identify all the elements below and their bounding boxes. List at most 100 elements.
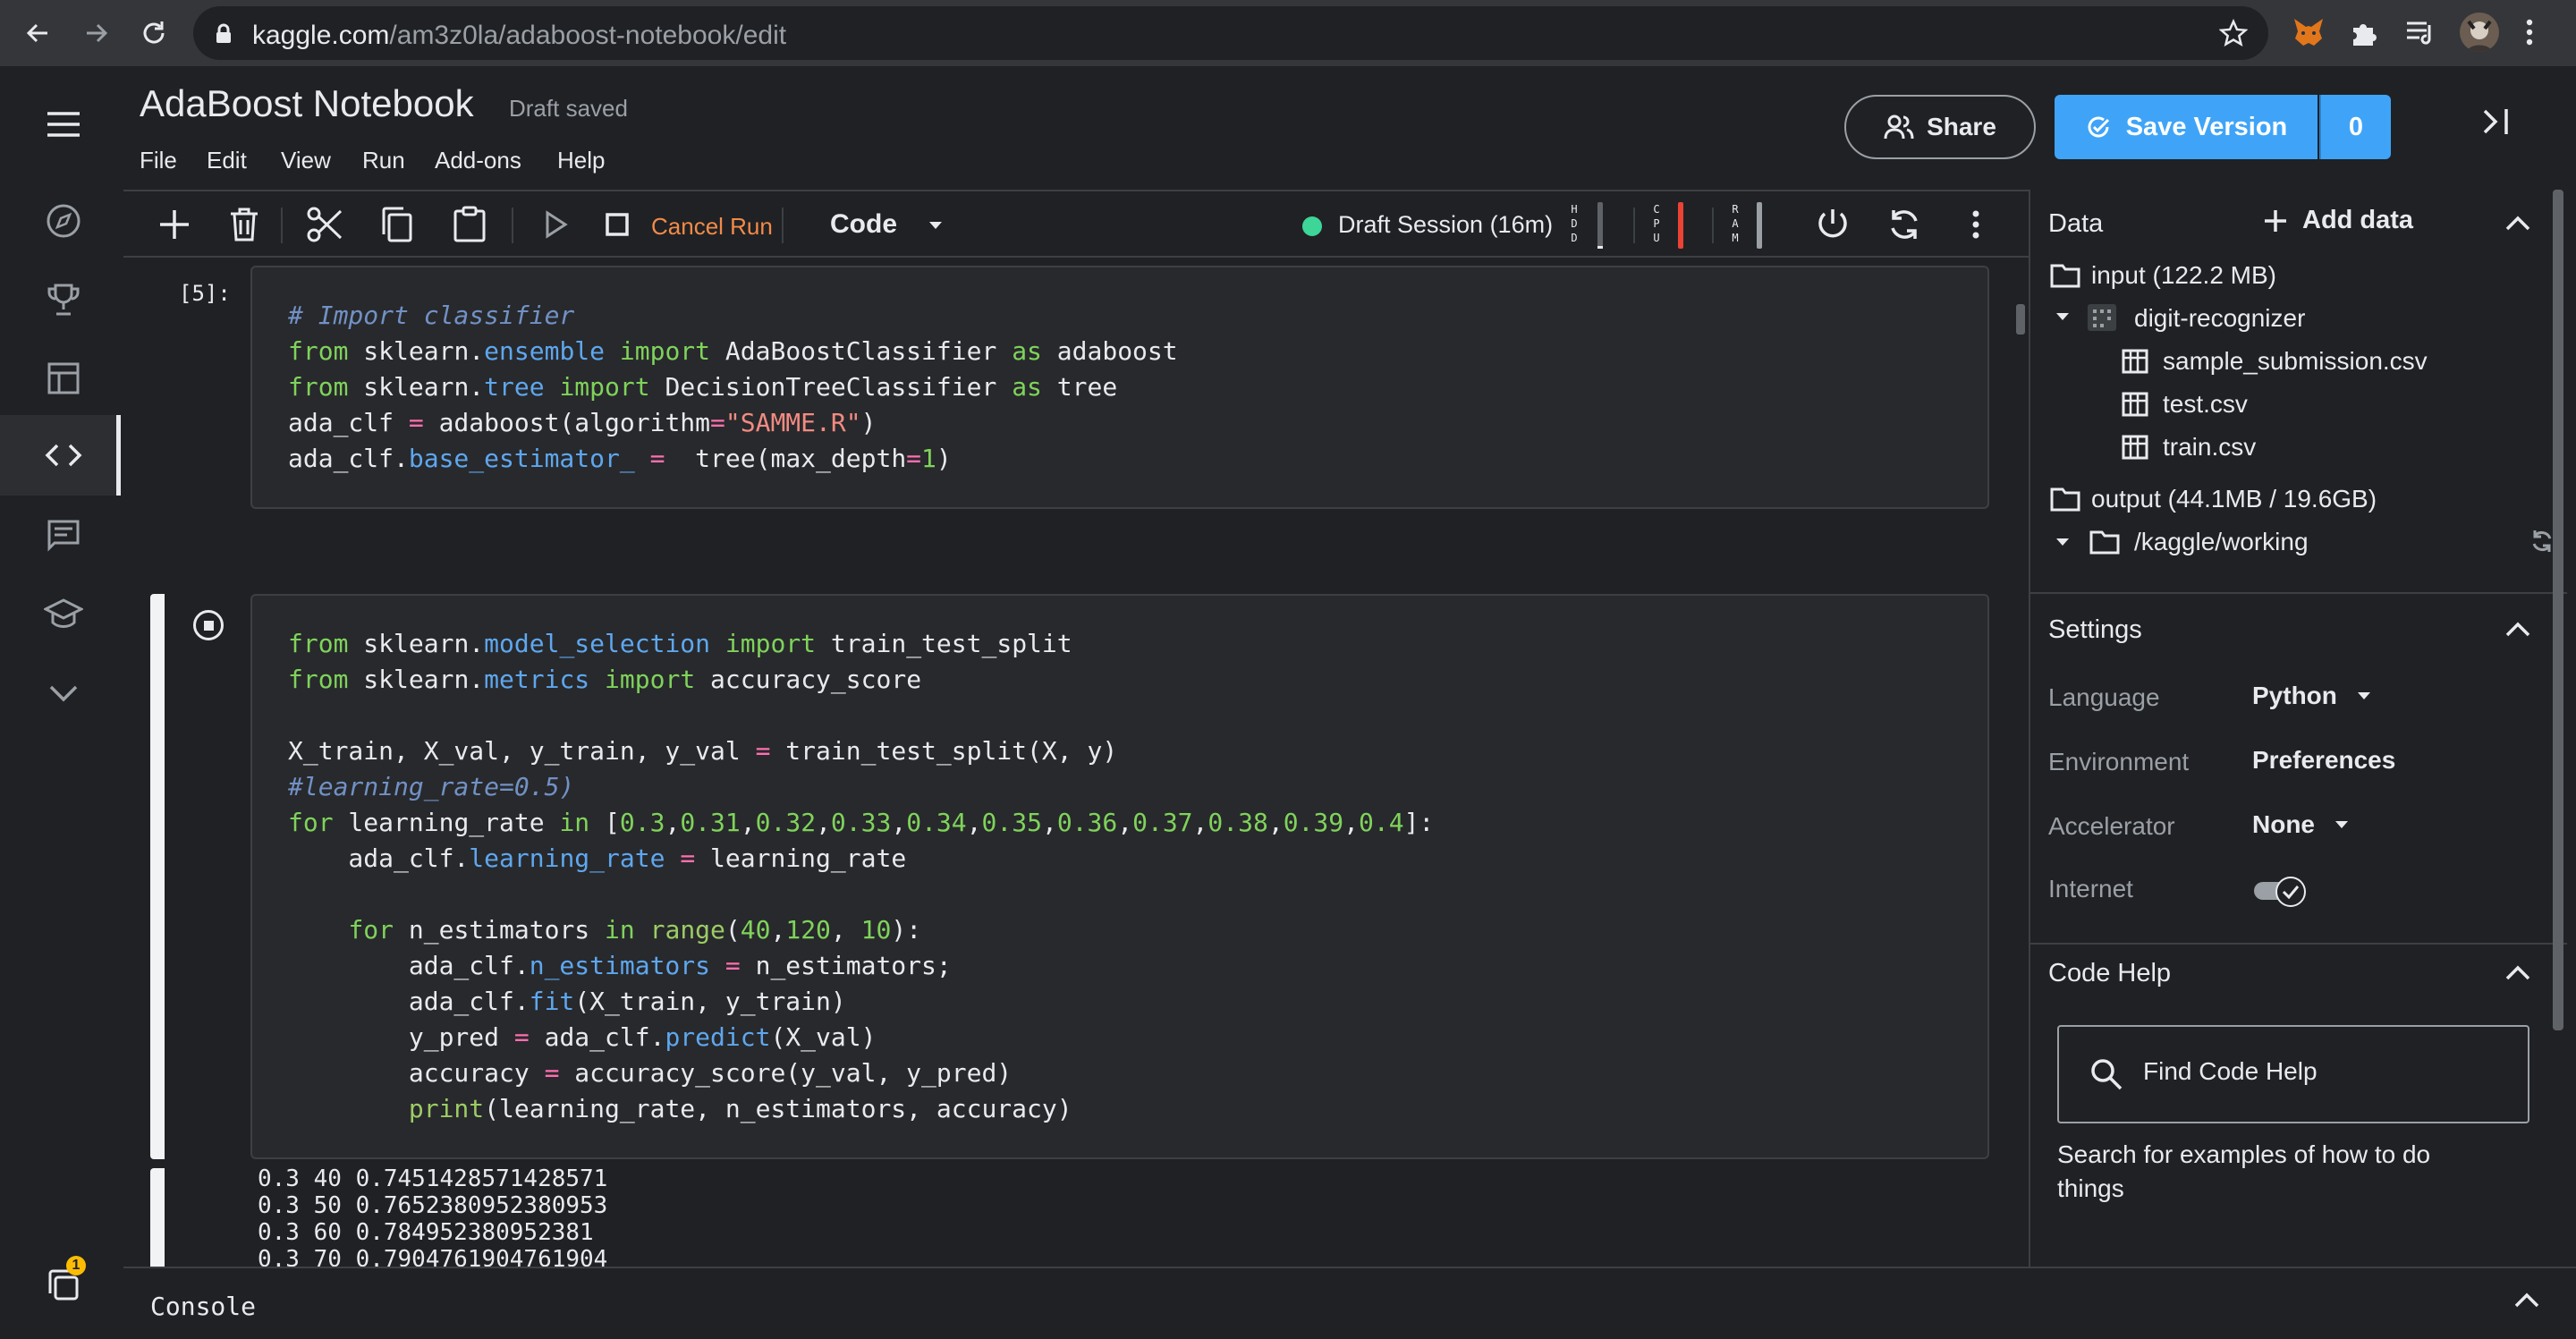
accelerator-value: None [2252, 810, 2315, 838]
menu-icon[interactable] [41, 102, 86, 147]
caret-down-icon [2335, 821, 2348, 828]
caret-down-icon[interactable] [2055, 537, 2070, 547]
menu-help[interactable]: Help [557, 147, 605, 174]
forward-arrow-icon[interactable] [77, 13, 116, 53]
code-line: from sklearn.tree import DecisionTreeCla… [288, 372, 1118, 402]
lock-icon [215, 23, 233, 45]
menu-run[interactable]: Run [362, 147, 405, 174]
session-status-dot [1302, 216, 1322, 236]
address-bar[interactable]: kaggle.com/am3z0la/adaboost-notebook/edi… [193, 6, 2268, 60]
code-line: ada_clf = adaboost(algorithm="SAMME.R") [288, 408, 877, 437]
cancel-run-button[interactable]: Cancel Run [651, 213, 773, 241]
menu-file[interactable]: File [140, 147, 177, 174]
bookmark-star-icon[interactable] [2219, 19, 2248, 47]
delete-cell-icon[interactable] [224, 204, 265, 245]
caret-down-icon [928, 220, 944, 231]
code-cell[interactable]: # Import classifier from sklearn.ensembl… [250, 266, 1989, 509]
graduation-cap-icon[interactable] [41, 592, 86, 637]
notifications-stack-icon[interactable]: 1 [41, 1256, 86, 1306]
dataset-thumbnail-icon [2088, 304, 2116, 331]
cell-type-dropdown[interactable]: Code [830, 209, 944, 240]
chevron-up-icon[interactable] [2504, 621, 2531, 639]
compass-icon[interactable] [41, 199, 86, 243]
settings-heading: Settings [2048, 615, 2142, 644]
add-data-button[interactable]: Add data [2263, 206, 2413, 235]
draft-session-label[interactable]: Draft Session (16m) [1338, 211, 1553, 239]
more-options-icon[interactable] [1955, 204, 1996, 245]
file-item[interactable]: sample_submission.csv [2163, 347, 2428, 376]
notebook-scrollbar[interactable] [2016, 304, 2025, 335]
execution-count: [5]: [179, 281, 231, 306]
code-line: y_pred = ada_clf.predict(X_val) [288, 1022, 877, 1052]
toolbar-divider [281, 208, 283, 243]
chevron-up-icon[interactable] [2513, 1292, 2540, 1309]
notebook-toolbar: Cancel Run Code Draft Session (16m) HDD … [123, 190, 2029, 258]
chevron-up-icon[interactable] [2504, 964, 2531, 982]
menu-add-ons[interactable]: Add-ons [435, 147, 521, 174]
share-button[interactable]: Share [1844, 95, 2036, 159]
output-line: 0.3 70 0.7904761904761904 [258, 1246, 608, 1267]
notebook-title[interactable]: AdaBoost Notebook [140, 82, 474, 125]
file-item[interactable]: test.csv [2163, 390, 2248, 419]
metamask-fox-icon[interactable] [2292, 16, 2326, 48]
environment-preferences-link[interactable]: Preferences [2252, 746, 2395, 775]
internet-toggle[interactable] [2254, 877, 2308, 907]
language-select[interactable]: Python [2252, 682, 2371, 710]
add-cell-icon[interactable] [154, 204, 195, 245]
dataset-name[interactable]: digit-recognizer [2134, 304, 2305, 333]
folder-icon [2089, 530, 2120, 555]
collapse-panel-icon[interactable] [2478, 104, 2513, 140]
code-cell[interactable]: from sklearn.model_selection import trai… [250, 594, 1989, 1159]
language-label: Language [2048, 683, 2160, 711]
output-folder-label[interactable]: output (44.1MB / 19.6GB) [2091, 485, 2377, 513]
paste-icon[interactable] [449, 204, 490, 245]
code-editor[interactable]: # Import classifier from sklearn.ensembl… [288, 298, 1178, 477]
folder-icon [2050, 487, 2080, 512]
sidebar-scrollbar[interactable] [2553, 190, 2563, 1030]
chevron-down-icon[interactable] [41, 671, 86, 716]
cell-output: 0.3 40 0.7451428571428571 0.3 50 0.765238… [165, 1163, 2016, 1267]
hdd-meter[interactable] [1597, 202, 1603, 249]
media-queue-icon[interactable] [2404, 18, 2436, 48]
refresh-icon[interactable] [2529, 528, 2555, 555]
menu-view[interactable]: View [281, 147, 331, 174]
table-icon[interactable] [41, 356, 86, 401]
stop-icon[interactable] [597, 204, 638, 245]
copy-icon[interactable] [376, 204, 417, 245]
find-code-help-search[interactable]: Find Code Help [2057, 1025, 2529, 1123]
working-dir-label[interactable]: /kaggle/working [2134, 528, 2309, 556]
run-cell-icon[interactable] [535, 204, 576, 245]
input-folder-label[interactable]: input (122.2 MB) [2091, 261, 2276, 290]
trophy-icon[interactable] [41, 277, 86, 322]
back-arrow-icon[interactable] [18, 13, 57, 53]
browser-menu-icon[interactable] [2524, 16, 2535, 48]
file-item[interactable]: train.csv [2163, 433, 2256, 462]
code-icon[interactable] [41, 433, 86, 478]
comments-icon[interactable] [41, 513, 86, 558]
section-divider [2030, 943, 2567, 945]
save-version-button[interactable]: Save Version [2055, 95, 2318, 159]
console-bar[interactable]: Console [123, 1267, 2576, 1339]
code-editor[interactable]: from sklearn.model_selection import trai… [288, 626, 1434, 1127]
menu-edit[interactable]: Edit [207, 147, 247, 174]
left-navigation-rail: 1 [0, 66, 123, 1339]
power-icon[interactable] [1812, 204, 1853, 245]
cell-running-stop-icon[interactable] [193, 610, 224, 640]
cut-icon[interactable] [304, 204, 345, 245]
ram-meter[interactable] [1757, 202, 1762, 249]
code-line: from sklearn.ensemble import AdaBoostCla… [288, 336, 1178, 366]
cpu-meter[interactable] [1678, 202, 1683, 249]
extensions-puzzle-icon[interactable] [2349, 18, 2379, 48]
cell-type-label: Code [830, 209, 897, 239]
restart-icon[interactable] [1884, 204, 1925, 245]
save-version-label: Save Version [2125, 112, 2288, 141]
search-icon [2089, 1057, 2123, 1091]
accelerator-select[interactable]: None [2252, 810, 2349, 839]
save-version-count[interactable]: 0 [2319, 95, 2391, 159]
profile-avatar[interactable] [2460, 13, 2499, 52]
add-data-label: Add data [2302, 206, 2414, 234]
chevron-up-icon[interactable] [2504, 215, 2531, 233]
reload-icon[interactable] [134, 13, 174, 53]
code-help-heading: Code Help [2048, 959, 2172, 987]
caret-down-icon[interactable] [2055, 311, 2070, 322]
